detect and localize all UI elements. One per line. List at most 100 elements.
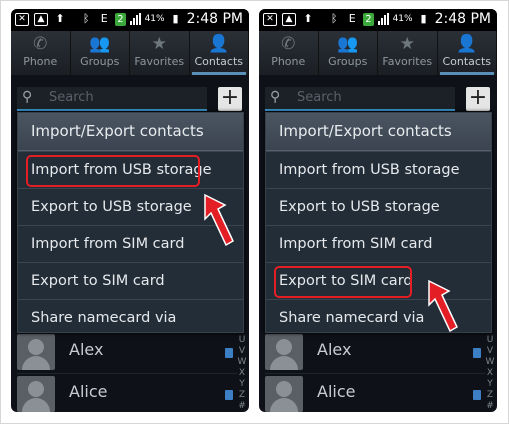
tab-label: Contacts — [442, 55, 492, 68]
tab-label: Groups — [80, 55, 120, 68]
phone-screen-right: ✕ ▲ ⬆ ᛒ E 2 41% ▮ 2:48 PM ✆ Phone 👥 Grou… — [259, 9, 497, 412]
add-contact-button[interactable]: + — [218, 87, 242, 111]
back-icon: ✕ — [263, 12, 277, 26]
search-input[interactable]: ⚲ Search — [265, 87, 455, 111]
status-bar: ✕ ▲ ⬆ ᛒ E 2 41% ▮ 2:48 PM — [11, 9, 249, 31]
avatar — [265, 376, 303, 412]
signal-icon — [377, 13, 389, 25]
list-item[interactable]: Alice — [265, 373, 485, 412]
search-icon: ⚲ — [22, 89, 33, 105]
menu-item-label: Export to USB storage — [31, 199, 192, 215]
menu-item-label: Import from SIM card — [31, 236, 185, 252]
tab-groups[interactable]: 👥 Groups — [319, 31, 378, 75]
index-letter: V — [486, 346, 494, 356]
search-placeholder: Search — [49, 90, 94, 105]
contact-name: Alice — [69, 382, 108, 401]
index-letter: W — [485, 357, 495, 367]
tab-contacts[interactable]: 👤 Contacts — [438, 31, 497, 75]
index-scrollbar[interactable]: U V W X Y Z # — [485, 335, 495, 412]
list-item[interactable]: Alex — [265, 331, 485, 372]
menu-item-export-usb[interactable]: Export to USB storage — [266, 188, 491, 225]
clock: 2:48 PM — [186, 11, 243, 27]
network-type-icon: E — [348, 12, 356, 25]
groups-icon: 👥 — [337, 34, 359, 54]
phone-screen-left: ✕ ▲ ⬆ ᛒ E 2 41% ▮ 2:48 PM ✆ Phone 👥 Grou… — [11, 9, 249, 412]
menu-item-import-usb[interactable]: Import from USB storage — [18, 151, 243, 188]
menu-item-share-namecard[interactable]: Share namecard via — [18, 299, 243, 336]
index-scrollbar[interactable]: U V W X Y Z # — [237, 335, 247, 412]
index-letter: X — [238, 368, 246, 378]
index-letter: X — [486, 368, 494, 378]
highlight-box — [26, 155, 200, 187]
battery-icon: ▮ — [420, 12, 427, 25]
phone-icon: ✆ — [281, 34, 296, 54]
contact-name: Alice — [317, 382, 356, 401]
menu-item-import-sim[interactable]: Import from SIM card — [266, 225, 491, 262]
index-letter: V — [238, 346, 246, 356]
star-icon: ★ — [151, 34, 167, 54]
phone-icon: ✆ — [33, 34, 48, 54]
index-letter: # — [486, 401, 494, 411]
highlight-box — [274, 266, 412, 298]
contact-name: Alex — [69, 340, 104, 359]
upload-icon: ⬆ — [55, 12, 65, 25]
dialog-title: Import/Export contacts — [266, 113, 491, 151]
add-contact-button[interactable]: + — [466, 87, 490, 111]
index-letter: Y — [487, 379, 493, 389]
avatar — [17, 376, 55, 412]
index-letter: U — [238, 335, 246, 345]
tab-bar: ✆ Phone 👥 Groups ★ Favorites 👤 Contacts — [11, 31, 249, 75]
image-icon: ▲ — [34, 12, 48, 26]
menu-item-import-usb[interactable]: Import from USB storage — [266, 151, 491, 188]
tab-contacts[interactable]: 👤 Contacts — [190, 31, 249, 75]
search-input[interactable]: ⚲ Search — [17, 87, 207, 111]
back-icon: ✕ — [15, 12, 29, 26]
person-icon: 👤 — [456, 34, 478, 54]
search-icon: ⚲ — [270, 89, 281, 105]
index-letter: Z — [238, 390, 246, 400]
sim-icon — [473, 390, 481, 400]
tab-favorites[interactable]: ★ Favorites — [378, 31, 438, 75]
index-letter: Z — [486, 390, 494, 400]
index-letter: # — [238, 401, 246, 411]
menu-item-label: Import from SIM card — [279, 236, 433, 252]
tab-favorites[interactable]: ★ Favorites — [130, 31, 190, 75]
pointer-arrow-icon — [428, 279, 458, 333]
tab-phone[interactable]: ✆ Phone — [11, 31, 71, 75]
tab-groups[interactable]: 👥 Groups — [71, 31, 130, 75]
clock: 2:48 PM — [434, 11, 491, 27]
tab-label: Phone — [271, 55, 306, 68]
tab-phone[interactable]: ✆ Phone — [259, 31, 319, 75]
battery-percent: 41% — [392, 14, 413, 24]
upload-icon: ⬆ — [303, 12, 313, 25]
menu-item-label: Share namecard via — [31, 310, 177, 326]
bluetooth-icon: ᛒ — [330, 12, 338, 25]
battery-icon: ▮ — [172, 12, 179, 25]
index-letter: Y — [239, 379, 245, 389]
tab-label: Groups — [328, 55, 368, 68]
dialog-title: Import/Export contacts — [18, 113, 243, 151]
list-item[interactable]: Alice — [17, 373, 237, 412]
menu-item-export-sim[interactable]: Export to SIM card — [18, 262, 243, 299]
sim-badge: 2 — [363, 12, 374, 26]
sim-icon — [473, 348, 481, 358]
list-item[interactable]: Alex — [17, 331, 237, 372]
contact-name: Alex — [317, 340, 352, 359]
sim-icon — [225, 348, 233, 358]
tab-label: Contacts — [194, 55, 244, 68]
sim-icon — [225, 390, 233, 400]
index-letter: W — [237, 357, 247, 367]
person-icon: 👤 — [208, 34, 230, 54]
menu-item-label: Share namecard via — [279, 310, 425, 326]
image-icon: ▲ — [282, 12, 296, 26]
battery-percent: 41% — [144, 14, 165, 24]
index-letter: U — [486, 335, 494, 345]
status-bar: ✕ ▲ ⬆ ᛒ E 2 41% ▮ 2:48 PM — [259, 9, 497, 31]
search-placeholder: Search — [297, 90, 342, 105]
avatar — [265, 334, 303, 370]
menu-item-label: Import from USB storage — [279, 162, 460, 178]
tab-label: Favorites — [382, 55, 433, 68]
bluetooth-icon: ᛒ — [82, 12, 90, 25]
menu-item-label: Export to SIM card — [31, 273, 165, 289]
tab-bar: ✆ Phone 👥 Groups ★ Favorites 👤 Contacts — [259, 31, 497, 75]
